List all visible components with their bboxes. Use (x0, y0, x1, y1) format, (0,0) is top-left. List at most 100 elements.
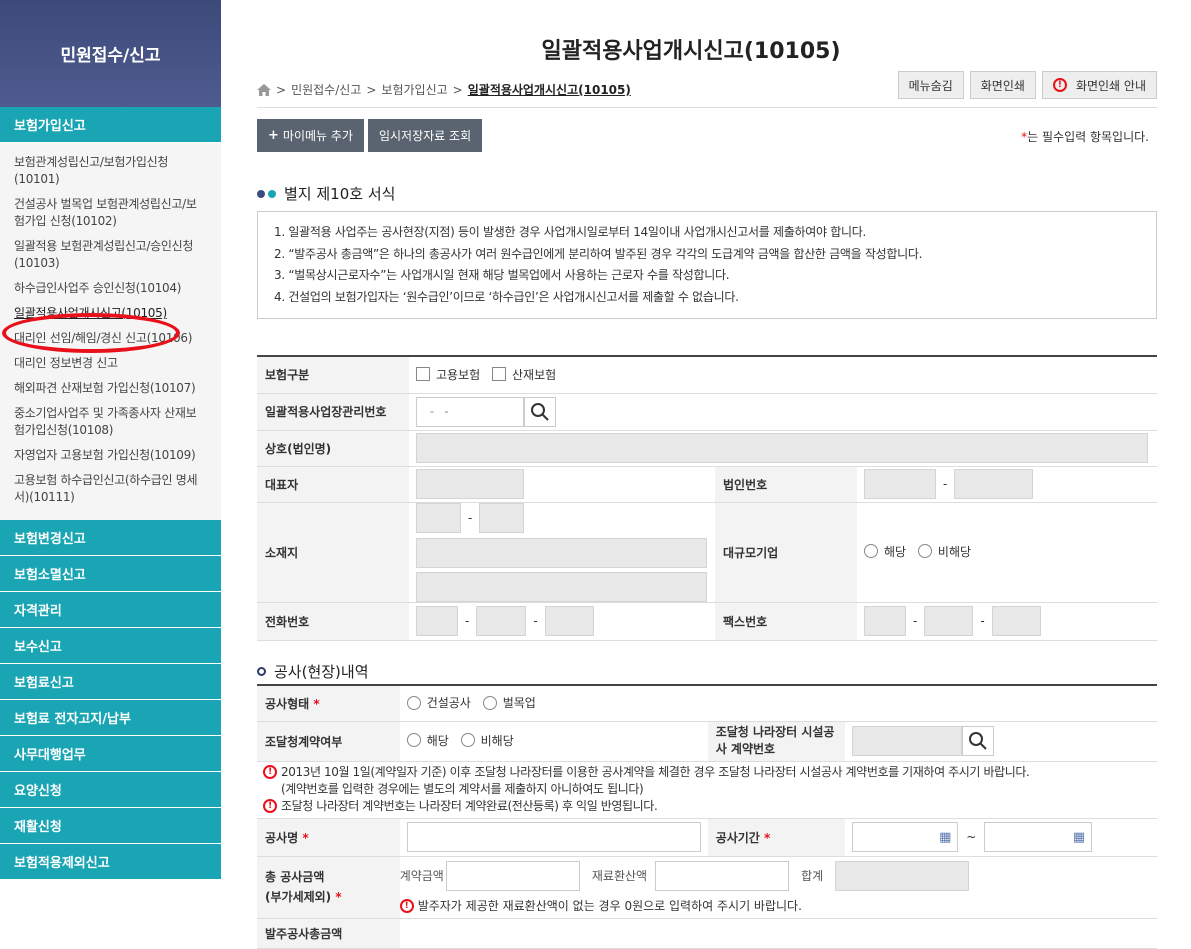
sidebar-sub-item[interactable]: 고용보험 하수급인신고(하수급인 명세서)(10111) (0, 472, 221, 506)
construction-radio[interactable] (406, 695, 421, 710)
period-tilde: ~ (966, 829, 977, 844)
phone-field-2[interactable] (476, 606, 527, 636)
home-icon[interactable] (257, 83, 271, 96)
required-note: *는 필수입력 항목입니다. (1021, 128, 1149, 145)
sidebar-header: 민원접수/신고 (0, 0, 221, 107)
corp-no-field-1[interactable] (864, 469, 936, 499)
bullet-dots-icon (257, 189, 276, 198)
sidebar-sub-item[interactable]: 보험관계성립신고/보험가입신청(10101) (0, 154, 221, 188)
large-corp-no-radio[interactable] (917, 544, 932, 559)
breadcrumb-item[interactable]: 민원접수/신고 (291, 81, 361, 98)
nara-search-button[interactable] (962, 726, 995, 756)
procurement-yes-radio[interactable] (406, 733, 421, 748)
warn-text: 2013년 10월 1일(계약일자 기준) 이후 조달청 나라장터를 이용한 공… (281, 764, 1030, 779)
sidebar-category[interactable]: 보수신고 (0, 628, 221, 664)
procurement-no-radio[interactable] (460, 733, 475, 748)
notice-line: 4. 건설업의 보험가입자는 ‘원수급인’이므로 ‘하수급인’은 사업개시신고서… (274, 289, 739, 304)
sidebar-sub-item[interactable]: 자영업자 고용보험 가입신청(10109) (0, 447, 221, 464)
corp-no-field-2[interactable] (954, 469, 1034, 499)
action-buttons: + 마이메뉴 추가 임시저장자료 조회 (257, 119, 483, 152)
breadcrumb-sep: > (276, 82, 287, 97)
mgmt-no-label: 일괄적용사업장관리번호 (257, 393, 409, 431)
calendar-icon[interactable]: ▦ (1073, 830, 1085, 845)
total-amount-label: 총 공사금액 (265, 870, 325, 884)
material-amt-input[interactable] (655, 860, 790, 891)
phone-field-3[interactable] (544, 606, 594, 636)
start-date-input[interactable]: ▦ (852, 822, 959, 852)
large-corp-label: 대규모기업 (715, 502, 857, 603)
fax-field-1[interactable] (864, 606, 906, 636)
sidebar-category[interactable]: 보험변경신고 (0, 520, 221, 556)
sidebar-category[interactable]: 자격관리 (0, 592, 221, 628)
section-title: 별지 제10호 서식 (257, 183, 395, 204)
sidebar-sub-item[interactable]: 건설공사 벌목업 보험관계성립신고/보험가입 신청(10102) (0, 196, 221, 230)
order-total-label: 발주공사총금액 (257, 918, 400, 949)
breadcrumb-current[interactable]: 일괄적용사업개시신고(10105) (468, 81, 631, 98)
print-guide-label: 화면인쇄 안내 (1075, 78, 1146, 93)
ceo-field[interactable] (416, 469, 524, 499)
nara-contract-field[interactable] (852, 726, 963, 756)
corp-no-label: 법인번호 (715, 466, 857, 503)
company-field[interactable] (416, 433, 1148, 463)
procurement-no-label: 비해당 (480, 733, 514, 748)
sidebar-category[interactable]: 보험소멸신고 (0, 556, 221, 592)
sidebar-category[interactable]: 사무대행업무 (0, 736, 221, 772)
warn-text: 조달청 나라장터 계약번호는 나라장터 계약완료(전산등록) 후 익일 반영됩니… (281, 798, 658, 813)
fax-field-3[interactable] (991, 606, 1041, 636)
sidebar-sub-item[interactable]: 중소기업사업주 및 가족종사자 산재보험가입신청(10108) (0, 405, 221, 439)
sidebar-category[interactable]: 재활신청 (0, 808, 221, 844)
sidebar-category[interactable]: 요양신청 (0, 772, 221, 808)
industrial-checkbox[interactable] (492, 367, 506, 381)
sidebar-category[interactable]: 보험적용제외신고 (0, 844, 221, 880)
mgmt-no-input[interactable]: - - (416, 396, 524, 427)
sidebar-sub-item[interactable]: 해외파견 산재보험 가입신청(10107) (0, 380, 221, 397)
section-title-text: 공사(현장)내역 (274, 663, 369, 681)
work-name-label: 공사명 (265, 830, 299, 845)
required-star: * (335, 890, 342, 904)
logging-label: 벌목업 (502, 696, 536, 710)
print-button[interactable]: 화면인쇄 (969, 71, 1036, 99)
sidebar-sub-item[interactable]: 일괄적용 보험관계성립신고/승인신청(10103) (0, 238, 221, 272)
search-button[interactable] (524, 396, 556, 427)
industrial-label: 산재보험 (512, 367, 557, 382)
period-label: 공사기간 (715, 830, 760, 845)
print-guide-button[interactable]: ! 화면인쇄 안내 (1041, 71, 1157, 99)
sidebar-sub-item[interactable]: 하수급인사업주 승인신청(10104) (0, 280, 221, 297)
phone-field-1[interactable] (416, 606, 458, 636)
menu-hide-button[interactable]: 메뉴숨김 (897, 71, 964, 99)
end-date-input[interactable]: ▦ (984, 822, 1093, 852)
sidebar-category[interactable]: 보험료신고 (0, 664, 221, 700)
zip-field-2[interactable] (479, 502, 525, 533)
large-corp-yes-radio[interactable] (864, 544, 878, 559)
notice-line: 3. “벌목상시근로자수”는 사업개시일 현재 해당 벌목업에서 사용하는 근로… (274, 268, 730, 282)
construction-label: 건설공사 (426, 696, 471, 710)
fax-field-2[interactable] (924, 606, 974, 636)
logging-radio[interactable] (482, 695, 497, 710)
large-corp-no-label: 비해당 (937, 544, 972, 559)
sidebar-category-insurance-join[interactable]: 보험가입신고 (0, 107, 221, 143)
sidebar-sub-item[interactable]: 대리인 정보변경 신고 (0, 355, 221, 372)
zip-field-1[interactable] (416, 502, 461, 533)
required-star: * (302, 830, 309, 845)
breadcrumb-item[interactable]: 보험가입신고 (381, 81, 447, 98)
alert-icon: ! (263, 765, 277, 779)
plus-icon: + (268, 128, 279, 143)
add-mymenu-button[interactable]: + 마이메뉴 추가 (257, 119, 364, 152)
sidebar-sub-item[interactable]: 대리인 선임/해임/경신 신고(10106) (0, 330, 221, 347)
work-type-label: 공사형태 (265, 696, 310, 711)
sidebar-sub-list: 보험관계성립신고/보험가입신청(10101) 건설공사 벌목업 보험관계성립신고… (0, 143, 221, 520)
calendar-icon[interactable]: ▦ (939, 830, 951, 845)
sum-label: 합계 (801, 869, 824, 883)
total-amount-label-sub: (부가세제외) (265, 890, 332, 904)
address-field-2[interactable] (416, 571, 707, 602)
address-field-1[interactable] (416, 537, 707, 568)
sidebar-sub-item-active[interactable]: 일괄적용사업개시신고(10105) (0, 305, 221, 322)
warn-text: (계약번호를 입력한 경우에는 별도의 계약서를 제출하지 아니하여도 됩니다) (281, 781, 644, 796)
temp-load-button[interactable]: 임시저장자료 조회 (367, 119, 483, 152)
breadcrumb-sep: > (452, 82, 463, 97)
work-name-input[interactable] (406, 822, 701, 852)
employment-checkbox[interactable] (416, 367, 430, 381)
contract-amt-input[interactable] (445, 860, 580, 891)
sidebar-category[interactable]: 보험료 전자고지/납부 (0, 700, 221, 736)
breadcrumb-sep: > (366, 82, 377, 97)
